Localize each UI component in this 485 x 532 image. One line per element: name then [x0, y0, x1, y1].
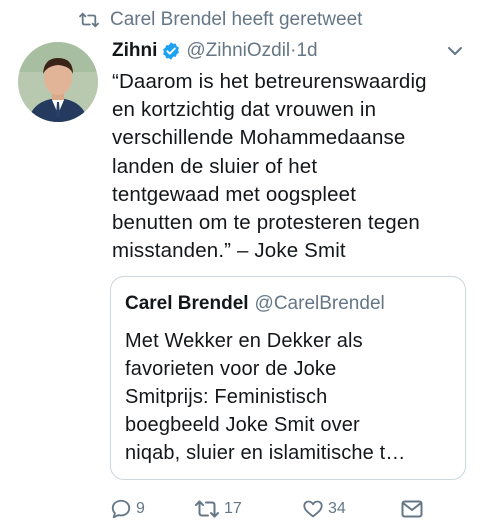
tweet-time[interactable]: 1d [296, 40, 317, 62]
quoted-author-name: Carel Brendel [125, 293, 249, 314]
author-handle[interactable]: @ZihniOzdil [186, 40, 290, 62]
retweet-button[interactable]: 17 [194, 498, 242, 520]
reply-count: 9 [136, 500, 145, 517]
tweet[interactable]: Zihni @ZihniOzdil · 1d “Daarom is het be… [112, 38, 472, 265]
envelope-icon [400, 498, 424, 520]
reply-icon [110, 498, 132, 520]
retweet-count: 17 [224, 500, 242, 517]
verified-badge-icon [161, 41, 181, 61]
chevron-down-icon[interactable] [446, 42, 464, 60]
tweet-actions: 9 17 34 [110, 494, 423, 524]
quoted-author-handle: @CarelBrendel [254, 293, 385, 314]
quoted-tweet[interactable]: Carel Brendel @CarelBrendel Met Wekker e… [110, 276, 466, 480]
retweet-action-icon [194, 498, 220, 520]
direct-message-button[interactable] [400, 498, 424, 520]
retweet-icon [78, 11, 100, 29]
quoted-tweet-header: Carel Brendel @CarelBrendel [125, 291, 451, 317]
quoted-tweet-text: Met Wekker en Dekker als favorieten voor… [125, 330, 406, 464]
tweet-text: “Daarom is het betreurenswaardig en kort… [112, 70, 427, 263]
like-button[interactable]: 34 [302, 498, 346, 520]
tweet-header: Zihni @ZihniOzdil · 1d [112, 38, 472, 64]
heart-icon [302, 498, 324, 520]
retweet-context[interactable]: Carel Brendel heeft geretweet [78, 8, 362, 32]
like-count: 34 [328, 500, 346, 517]
retweet-context-label: Carel Brendel heeft geretweet [110, 9, 363, 30]
reply-button[interactable]: 9 [110, 498, 145, 520]
author-name[interactable]: Zihni [112, 40, 157, 62]
avatar[interactable] [18, 42, 98, 122]
